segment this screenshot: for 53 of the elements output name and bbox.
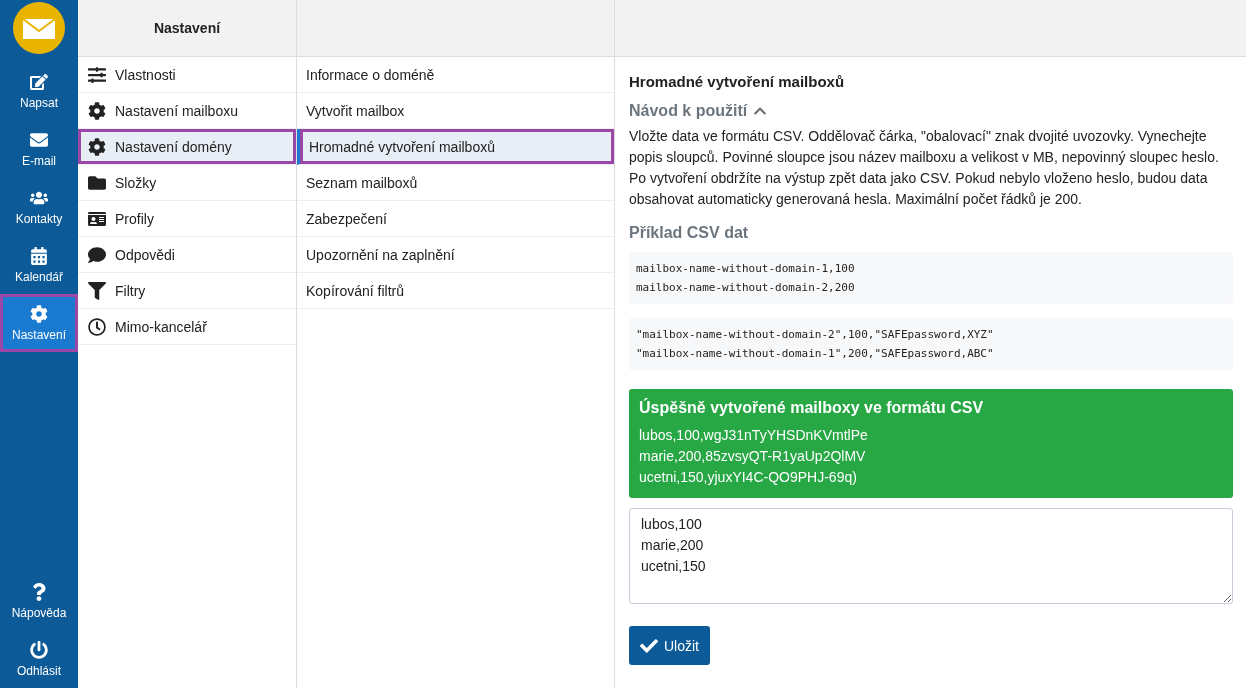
- nav-label: E-mail: [22, 153, 56, 168]
- check-icon: [640, 636, 658, 655]
- help-icon: [30, 582, 48, 601]
- menu-label: Mimo-kancelář: [115, 318, 207, 335]
- save-button[interactable]: Uložit: [629, 626, 710, 665]
- settings-menu-item[interactable]: Nastavení domény: [78, 129, 296, 165]
- result-line: lubos,100,wgJ31nTyYHSDnKVmtlPe: [639, 426, 869, 445]
- result-line: ucetni,150,yjuxYI4C-QO9PHJ-69q): [639, 468, 858, 487]
- menu-label: Nastavení domény: [115, 138, 232, 155]
- menu-label: Profily: [115, 210, 154, 227]
- settings-icon: [30, 304, 48, 323]
- menu-label: Vlastnosti: [115, 66, 176, 83]
- nav-item[interactable]: Kalendář: [0, 236, 78, 294]
- nav-label: Nastavení: [12, 327, 66, 342]
- nav-item[interactable]: E-mail: [0, 120, 78, 178]
- result-line: marie,200,85zvsyQT-R1yaUp2QlMV: [639, 447, 867, 466]
- column-title: Nastavení: [153, 20, 221, 36]
- code-sample: mailbox-name-without-domain-1,100 mailbox-name-without-domain-2,200: [629, 252, 1233, 304]
- settings-icon: [87, 101, 107, 120]
- menu-label: Nastavení mailboxu: [115, 102, 238, 119]
- domain-menu-item[interactable]: Hromadné vytvoření mailboxů: [297, 129, 614, 165]
- sliders-icon: [87, 65, 107, 84]
- nav-label: Kalendář: [14, 269, 63, 284]
- nav-item[interactable]: Napsat: [0, 62, 78, 120]
- csv-input-field[interactable]: lubos,100 marie,200 ucetni,150: [629, 508, 1233, 604]
- help-toggle[interactable]: Návod k použití: [629, 102, 1233, 120]
- nav-label: Nápověda: [11, 605, 67, 620]
- nav-item[interactable]: Kontakty: [0, 178, 78, 236]
- calendar-icon: [30, 246, 48, 265]
- id-card-icon: [87, 209, 107, 228]
- settings-icon: [87, 137, 107, 156]
- nav-item[interactable]: Nastavení: [0, 294, 78, 352]
- folder-icon: [87, 173, 107, 192]
- edit-icon: [30, 72, 48, 91]
- nav-label: Kontakty: [15, 211, 63, 226]
- filter-icon: [87, 281, 107, 300]
- alert-title: Úspěšně vytvořené mailboxy ve formátu CSV: [639, 399, 985, 417]
- envelope-logo: [13, 2, 65, 54]
- envelope-icon: [30, 130, 48, 149]
- power-icon: [30, 640, 48, 659]
- code-sample: "mailbox-name-without-domain-2",100,"SAFEpassword,XYZ" "mailbox-name-without-domain-1",200,"SAFEpassword,ABC": [629, 318, 1233, 370]
- nav-label: Napsat: [20, 95, 58, 110]
- speech-bubble-icon: [87, 245, 107, 264]
- clock-icon: [87, 317, 107, 336]
- nav-item[interactable]: Nápověda: [0, 572, 78, 630]
- help-text: Vložte data ve formátu CSV. Oddělovač čárka, "obalovací" znak dvojité uvozovky. Vynechejte popis sloupců. Povinné sloupce jsou název mailboxu a velikost v MB, nepovinný sloupec heslo. Po vytvoření obdržíte na výstup zpět data jako CSV. Pokud nebylo vloženo heslo, budou data obsahovat automaticky generovaná hesla. Maximální počet řádků je 200.: [629, 127, 1220, 209]
- menu-label: Složky: [115, 174, 157, 191]
- menu-label: Odpovědi: [115, 246, 175, 263]
- page-title: Hromadné vytvoření mailboxů: [629, 73, 846, 90]
- section-title: Příklad CSV dat: [629, 224, 750, 242]
- nav-item[interactable]: Odhlásit: [0, 630, 78, 688]
- nav-label: Odhlásit: [17, 663, 61, 678]
- menu-label: Filtry: [115, 282, 146, 299]
